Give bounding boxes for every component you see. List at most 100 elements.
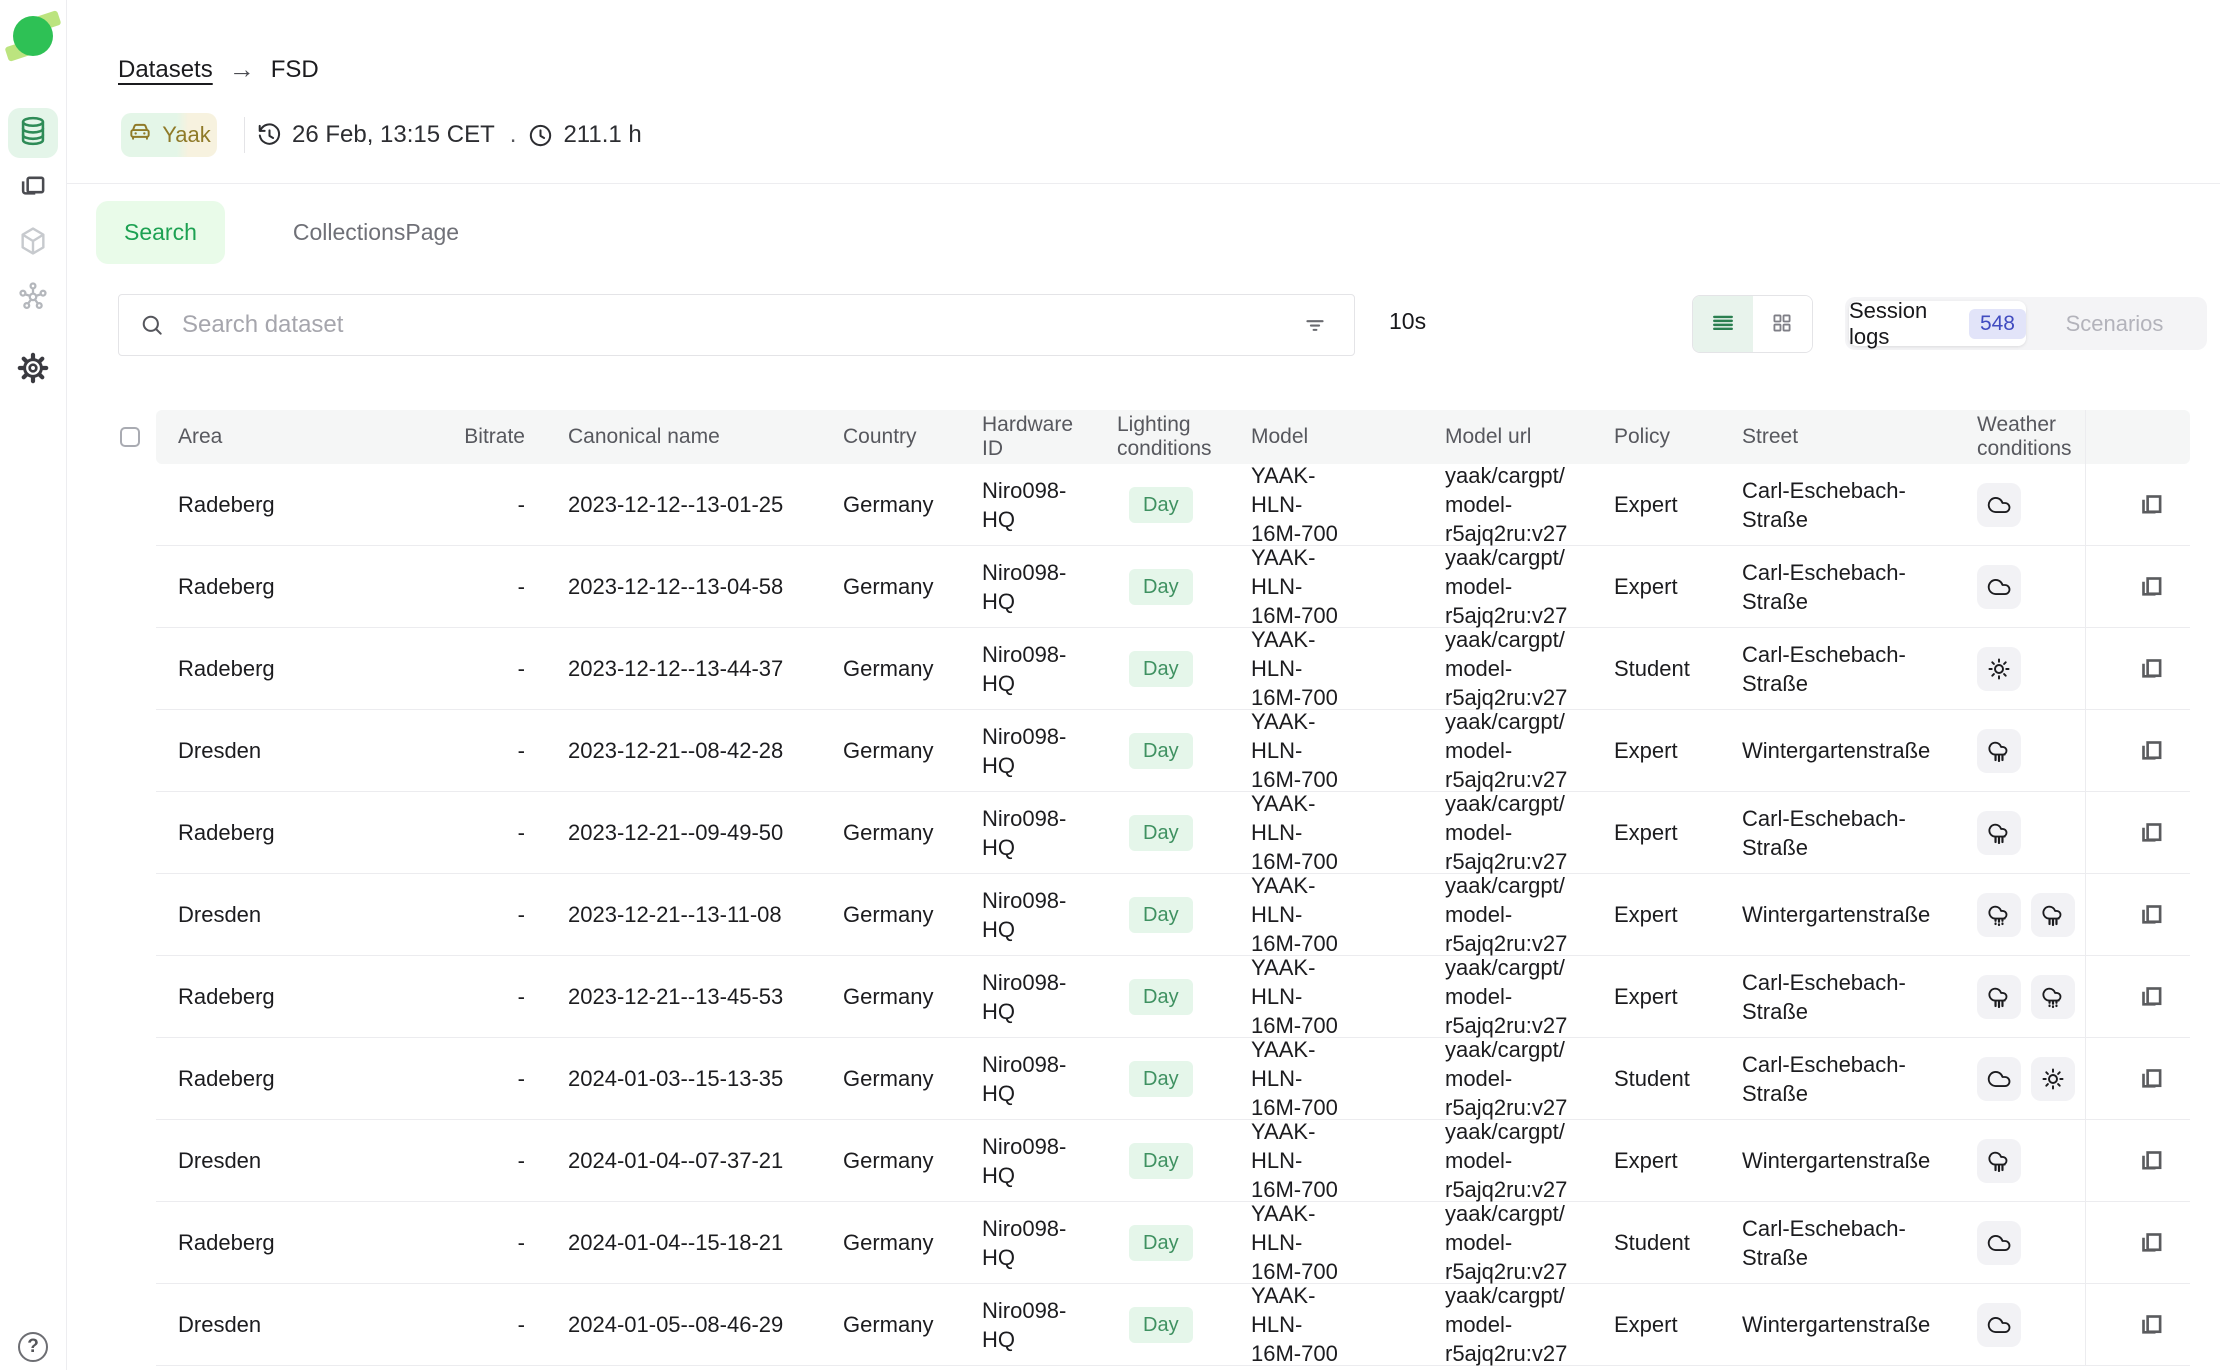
cell-model-url: yaak/​cargpt/​model-r5ajq2ru:v27 <box>1445 1035 1594 1122</box>
dataset-meta-row: Yaak 26 Feb, 13:15 CET . 211.1 h <box>121 113 642 157</box>
segment-session-logs[interactable]: Session logs 548 <box>1849 301 2026 346</box>
sidebar-item-models[interactable] <box>8 218 58 268</box>
sidebar-item-settings[interactable] <box>8 345 58 395</box>
cell-country: Germany <box>843 1228 962 1257</box>
vertical-divider <box>244 117 245 153</box>
help-icon[interactable]: ? <box>18 1332 48 1362</box>
cell-bitrate: - <box>455 900 525 929</box>
copy-button[interactable] <box>2134 980 2168 1014</box>
grid-view-button[interactable] <box>1753 296 1813 352</box>
lighting-badge: Day <box>1129 1307 1193 1343</box>
cell-actions <box>2085 628 2190 709</box>
cell-canonical-name: 2024-01-04--15-18-21 <box>568 1228 823 1257</box>
lighting-badge: Day <box>1129 979 1193 1015</box>
cell-model-url: yaak/​cargpt/​model-r5ajq2ru:v27 <box>1445 953 1594 1040</box>
copy-button[interactable] <box>2134 570 2168 604</box>
tab-search[interactable]: Search <box>96 201 225 264</box>
cell-street: Wintergartenstraße <box>1742 900 1942 929</box>
cell-hardware-id: Niro098-HQ <box>982 558 1077 616</box>
header-policy: Policy <box>1614 425 1722 449</box>
cell-actions <box>2085 464 2190 545</box>
app-logo[interactable] <box>9 12 57 60</box>
filter-icon[interactable] <box>1298 308 1332 342</box>
table-row[interactable]: Radeberg - 2023-12-12--13-04-58 Germany … <box>156 546 2190 628</box>
tab-collections-page[interactable]: CollectionsPage <box>265 201 487 264</box>
table-row[interactable]: Radeberg - 2023-12-21--09-49-50 Germany … <box>156 792 2190 874</box>
table-row[interactable]: Radeberg - 2024-01-03--15-13-35 Germany … <box>156 1038 2190 1120</box>
copy-button[interactable] <box>2134 734 2168 768</box>
cell-model: YAAK-HLN-16M-700 <box>1251 707 1351 794</box>
segment-scenarios[interactable]: Scenarios <box>2026 301 2203 346</box>
table-row[interactable]: Radeberg - 2023-12-12--13-44-37 Germany … <box>156 628 2190 710</box>
weather-cell <box>1977 483 2085 527</box>
cell-bitrate: - <box>455 654 525 683</box>
copy-button[interactable] <box>2134 1226 2168 1260</box>
copy-button[interactable] <box>2134 488 2168 522</box>
lighting-badge: Day <box>1129 897 1193 933</box>
cell-area: Dresden <box>178 1310 455 1339</box>
session-logs-count-badge: 548 <box>1969 309 2026 339</box>
weather-cell <box>1977 565 2085 609</box>
table-row[interactable]: Dresden - 2024-01-04--07-37-21 Germany N… <box>156 1120 2190 1202</box>
cell-area: Radeberg <box>178 1064 455 1093</box>
cell-street: Wintergartenstraße <box>1742 1310 1942 1339</box>
header-bitrate: Bitrate <box>455 425 525 449</box>
cell-area: Dresden <box>178 900 455 929</box>
page-tabs: Search CollectionsPage <box>96 201 487 264</box>
select-all-checkbox[interactable] <box>120 427 140 447</box>
segment-label: Session logs <box>1849 298 1957 350</box>
table-row[interactable]: Dresden - 2023-12-21--08-42-28 Germany N… <box>156 710 2190 792</box>
breadcrumb-datasets-link[interactable]: Datasets <box>118 56 213 84</box>
cell-country: Germany <box>843 1146 962 1175</box>
cell-bitrate: - <box>455 818 525 847</box>
header-area: Area <box>178 425 455 449</box>
history-clock-icon <box>256 122 283 149</box>
sidebar-item-collections[interactable] <box>8 162 58 212</box>
copy-button[interactable] <box>2134 652 2168 686</box>
robot-badge: Yaak <box>121 113 217 157</box>
lighting-badge: Day <box>1129 1061 1193 1097</box>
recorded-at-text: 26 Feb, 13:15 CET <box>292 121 495 149</box>
cell-lighting-conditions: Day <box>1117 897 1231 933</box>
copy-button[interactable] <box>2134 1062 2168 1096</box>
cell-model-url: yaak/​cargpt/​model-r5ajq2ru:v27 <box>1445 1199 1594 1286</box>
header-lighting-conditions: Lighting conditions <box>1117 413 1231 461</box>
weather-cell <box>1977 647 2085 691</box>
search-input[interactable] <box>182 311 1298 339</box>
cell-lighting-conditions: Day <box>1117 1307 1231 1343</box>
table-header-row: Area Bitrate Canonical name Country Hard… <box>156 410 2190 464</box>
cell-model-url: yaak/​cargpt/​model-r5ajq2ru:v27 <box>1445 789 1594 876</box>
cell-canonical-name: 2023-12-21--13-45-53 <box>568 982 823 1011</box>
cell-canonical-name: 2024-01-04--07-37-21 <box>568 1146 823 1175</box>
cell-policy: Expert <box>1614 1146 1722 1175</box>
table-row[interactable]: Radeberg - 2023-12-21--13-45-53 Germany … <box>156 956 2190 1038</box>
table-row[interactable]: Radeberg - 2023-12-12--13-01-25 Germany … <box>156 464 2190 546</box>
cell-country: Germany <box>843 654 962 683</box>
sidebar-item-workflows[interactable] <box>8 273 58 323</box>
cell-actions <box>2085 546 2190 627</box>
copy-button[interactable] <box>2134 898 2168 932</box>
copy-button[interactable] <box>2134 1144 2168 1178</box>
cell-country: Germany <box>843 982 962 1011</box>
table-row[interactable]: Dresden - 2023-12-21--13-11-08 Germany N… <box>156 874 2190 956</box>
copy-button[interactable] <box>2134 816 2168 850</box>
header-canonical-name: Canonical name <box>568 425 823 449</box>
cell-area: Radeberg <box>178 572 455 601</box>
cell-lighting-conditions: Day <box>1117 979 1231 1015</box>
car-icon <box>127 119 153 151</box>
copy-button[interactable] <box>2134 1308 2168 1342</box>
cell-model: YAAK-HLN-16M-700 <box>1251 1281 1351 1368</box>
breadcrumb-current: FSD <box>271 56 319 84</box>
header-divider <box>67 183 2220 184</box>
header-actions <box>2085 410 2190 464</box>
table-row[interactable]: Radeberg - 2024-01-04--15-18-21 Germany … <box>156 1202 2190 1284</box>
cube-icon <box>16 224 50 263</box>
duration-text: 211.1 h <box>563 121 641 149</box>
weather-cell <box>1977 729 2085 773</box>
grid-view-icon <box>1769 310 1795 339</box>
sidebar-item-datasets[interactable] <box>8 108 58 158</box>
cell-country: Germany <box>843 490 962 519</box>
table-row[interactable]: Dresden - 2024-01-05--08-46-29 Germany N… <box>156 1284 2190 1366</box>
lighting-badge: Day <box>1129 1225 1193 1261</box>
list-view-button[interactable] <box>1693 296 1753 352</box>
